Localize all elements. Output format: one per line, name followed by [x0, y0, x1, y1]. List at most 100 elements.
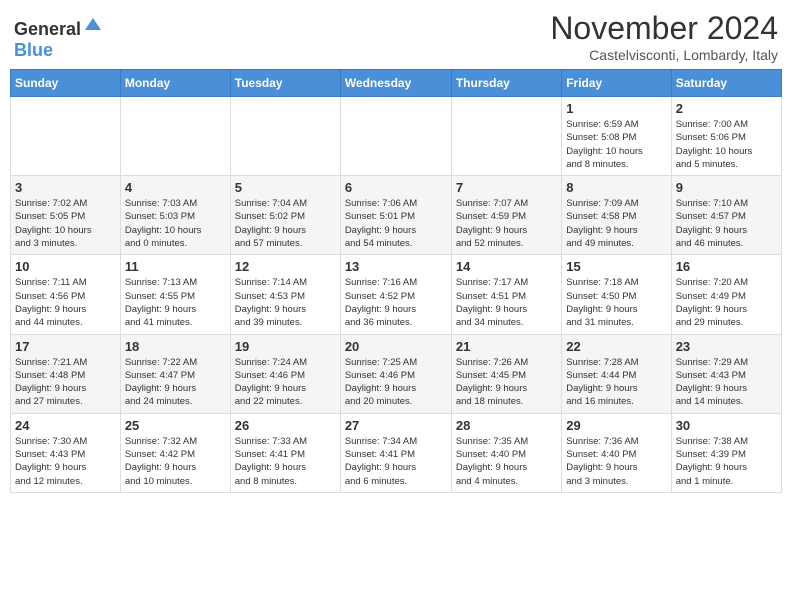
calendar-cell: 23 Sunrise: 7:29 AM Sunset: 4:43 PM Dayli… [671, 334, 781, 413]
calendar-row: 3Sunrise: 7:02 AM Sunset: 5:05 PM Daylig… [11, 176, 782, 255]
day-info: Sunrise: 7:28 AM Sunset: 4:44 PM Dayligh… [566, 356, 666, 409]
day-number: 2 [676, 101, 777, 116]
day-info: Sunrise: 7:07 AM Sunset: 4:59 PM Dayligh… [456, 197, 557, 250]
day-number: 9 [676, 180, 777, 195]
day-number: 18 [125, 339, 226, 354]
day-number: 4 [125, 180, 226, 195]
day-number: 30 [676, 418, 777, 433]
day-number: 23 [676, 339, 777, 354]
day-info: Sunrise: 7:35 AM Sunset: 4:40 PM Dayligh… [456, 435, 557, 488]
calendar-cell: 15 Sunrise: 7:18 AM Sunset: 4:50 PM Dayli… [562, 255, 671, 334]
day-info: Sunrise: 7:09 AM Sunset: 4:58 PM Dayligh… [566, 197, 666, 250]
calendar-cell: 30 Sunrise: 7:38 AM Sunset: 4:39 PM Dayli… [671, 413, 781, 492]
calendar-cell: 3Sunrise: 7:02 AM Sunset: 5:05 PM Daylig… [11, 176, 121, 255]
calendar-cell [11, 97, 121, 176]
day-number: 28 [456, 418, 557, 433]
column-header-wednesday: Wednesday [340, 70, 451, 97]
calendar-cell: 21 Sunrise: 7:26 AM Sunset: 4:45 PM Dayli… [451, 334, 561, 413]
day-info: Sunrise: 7:14 AM Sunset: 4:53 PM Dayligh… [235, 276, 336, 329]
day-info: Sunrise: 7:38 AM Sunset: 4:39 PM Dayligh… [676, 435, 777, 488]
calendar-cell: 13 Sunrise: 7:16 AM Sunset: 4:52 PM Dayli… [340, 255, 451, 334]
day-number: 1 [566, 101, 666, 116]
calendar-cell: 2 Sunrise: 7:00 AM Sunset: 5:06 PM Daylig… [671, 97, 781, 176]
title-section: November 2024 Castelvisconti, Lombardy, … [550, 10, 778, 63]
day-number: 19 [235, 339, 336, 354]
day-number: 22 [566, 339, 666, 354]
calendar-cell: 20 Sunrise: 7:25 AM Sunset: 4:46 PM Dayli… [340, 334, 451, 413]
calendar-cell: 18Sunrise: 7:22 AM Sunset: 4:47 PM Dayli… [120, 334, 230, 413]
day-info: Sunrise: 7:17 AM Sunset: 4:51 PM Dayligh… [456, 276, 557, 329]
day-number: 16 [676, 259, 777, 274]
calendar-cell [451, 97, 561, 176]
day-info: Sunrise: 7:24 AM Sunset: 4:46 PM Dayligh… [235, 356, 336, 409]
day-number: 14 [456, 259, 557, 274]
day-info: Sunrise: 6:59 AM Sunset: 5:08 PM Dayligh… [566, 118, 666, 171]
column-header-monday: Monday [120, 70, 230, 97]
calendar-cell: 10 Sunrise: 7:11 AM Sunset: 4:56 PM Dayli… [11, 255, 121, 334]
day-number: 25 [125, 418, 226, 433]
day-info: Sunrise: 7:11 AM Sunset: 4:56 PM Dayligh… [15, 276, 116, 329]
day-info: Sunrise: 7:02 AM Sunset: 5:05 PM Dayligh… [15, 197, 116, 250]
calendar-row: 17Sunrise: 7:21 AM Sunset: 4:48 PM Dayli… [11, 334, 782, 413]
day-info: Sunrise: 7:29 AM Sunset: 4:43 PM Dayligh… [676, 356, 777, 409]
calendar-cell [230, 97, 340, 176]
day-info: Sunrise: 7:10 AM Sunset: 4:57 PM Dayligh… [676, 197, 777, 250]
day-info: Sunrise: 7:33 AM Sunset: 4:41 PM Dayligh… [235, 435, 336, 488]
column-header-saturday: Saturday [671, 70, 781, 97]
day-info: Sunrise: 7:34 AM Sunset: 4:41 PM Dayligh… [345, 435, 447, 488]
day-info: Sunrise: 7:06 AM Sunset: 5:01 PM Dayligh… [345, 197, 447, 250]
calendar-cell: 12 Sunrise: 7:14 AM Sunset: 4:53 PM Dayli… [230, 255, 340, 334]
day-number: 8 [566, 180, 666, 195]
day-number: 27 [345, 418, 447, 433]
logo-general: General [14, 20, 81, 38]
day-info: Sunrise: 7:04 AM Sunset: 5:02 PM Dayligh… [235, 197, 336, 250]
calendar-row: 24 Sunrise: 7:30 AM Sunset: 4:43 PM Dayli… [11, 413, 782, 492]
day-number: 21 [456, 339, 557, 354]
calendar-cell: 26 Sunrise: 7:33 AM Sunset: 4:41 PM Dayli… [230, 413, 340, 492]
calendar-cell: 16Sunrise: 7:20 AM Sunset: 4:49 PM Dayli… [671, 255, 781, 334]
calendar-cell: 4Sunrise: 7:03 AM Sunset: 5:03 PM Daylig… [120, 176, 230, 255]
day-number: 13 [345, 259, 447, 274]
logo: General Blue [14, 16, 103, 61]
calendar-row: 10 Sunrise: 7:11 AM Sunset: 4:56 PM Dayli… [11, 255, 782, 334]
day-info: Sunrise: 7:18 AM Sunset: 4:50 PM Dayligh… [566, 276, 666, 329]
calendar-cell: 14 Sunrise: 7:17 AM Sunset: 4:51 PM Dayli… [451, 255, 561, 334]
day-number: 20 [345, 339, 447, 354]
calendar-cell [120, 97, 230, 176]
day-number: 24 [15, 418, 116, 433]
day-number: 7 [456, 180, 557, 195]
column-header-sunday: Sunday [11, 70, 121, 97]
calendar-cell: 27 Sunrise: 7:34 AM Sunset: 4:41 PM Dayli… [340, 413, 451, 492]
calendar-cell: 6Sunrise: 7:06 AM Sunset: 5:01 PM Daylig… [340, 176, 451, 255]
calendar-cell: 22 Sunrise: 7:28 AM Sunset: 4:44 PM Dayli… [562, 334, 671, 413]
day-info: Sunrise: 7:16 AM Sunset: 4:52 PM Dayligh… [345, 276, 447, 329]
calendar-cell: 8 Sunrise: 7:09 AM Sunset: 4:58 PM Daylig… [562, 176, 671, 255]
calendar-row: 1 Sunrise: 6:59 AM Sunset: 5:08 PM Daylig… [11, 97, 782, 176]
column-header-tuesday: Tuesday [230, 70, 340, 97]
calendar-cell: 25Sunrise: 7:32 AM Sunset: 4:42 PM Dayli… [120, 413, 230, 492]
day-info: Sunrise: 7:30 AM Sunset: 4:43 PM Dayligh… [15, 435, 116, 488]
column-header-friday: Friday [562, 70, 671, 97]
day-info: Sunrise: 7:21 AM Sunset: 4:48 PM Dayligh… [15, 356, 116, 409]
calendar-cell: 1 Sunrise: 6:59 AM Sunset: 5:08 PM Daylig… [562, 97, 671, 176]
calendar-cell: 9 Sunrise: 7:10 AM Sunset: 4:57 PM Daylig… [671, 176, 781, 255]
column-header-thursday: Thursday [451, 70, 561, 97]
day-number: 26 [235, 418, 336, 433]
day-number: 15 [566, 259, 666, 274]
day-info: Sunrise: 7:26 AM Sunset: 4:45 PM Dayligh… [456, 356, 557, 409]
calendar-header-row: SundayMondayTuesdayWednesdayThursdayFrid… [11, 70, 782, 97]
page-header: General Blue November 2024 Castelviscont… [10, 10, 782, 63]
day-info: Sunrise: 7:00 AM Sunset: 5:06 PM Dayligh… [676, 118, 777, 171]
day-number: 11 [125, 259, 226, 274]
day-info: Sunrise: 7:36 AM Sunset: 4:40 PM Dayligh… [566, 435, 666, 488]
day-info: Sunrise: 7:25 AM Sunset: 4:46 PM Dayligh… [345, 356, 447, 409]
calendar-cell: 5Sunrise: 7:04 AM Sunset: 5:02 PM Daylig… [230, 176, 340, 255]
logo-icon [83, 16, 103, 41]
calendar-cell: 7 Sunrise: 7:07 AM Sunset: 4:59 PM Daylig… [451, 176, 561, 255]
day-number: 12 [235, 259, 336, 274]
day-number: 10 [15, 259, 116, 274]
calendar-cell: 11Sunrise: 7:13 AM Sunset: 4:55 PM Dayli… [120, 255, 230, 334]
calendar-cell: 28 Sunrise: 7:35 AM Sunset: 4:40 PM Dayli… [451, 413, 561, 492]
day-number: 29 [566, 418, 666, 433]
calendar-cell: 24 Sunrise: 7:30 AM Sunset: 4:43 PM Dayli… [11, 413, 121, 492]
